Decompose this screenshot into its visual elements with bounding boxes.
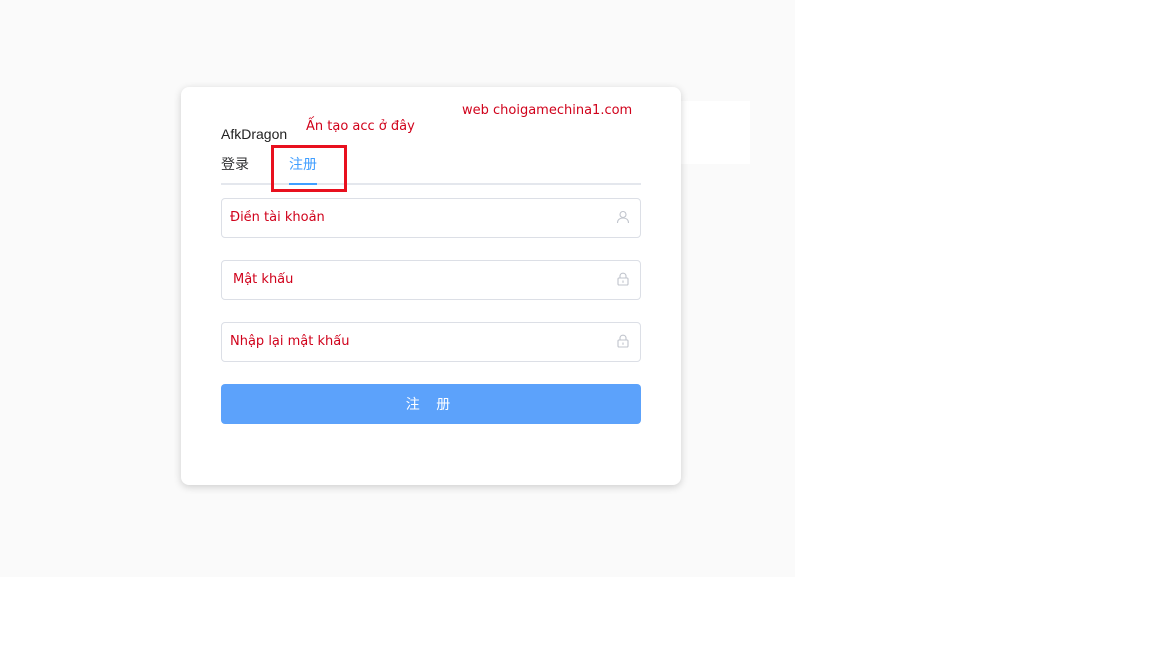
confirm-password-field xyxy=(221,322,641,362)
overlay-patch xyxy=(681,101,750,164)
password-field xyxy=(221,260,641,300)
brand-title: AfkDragon xyxy=(221,126,288,142)
confirm-password-input[interactable] xyxy=(222,323,610,359)
user-icon xyxy=(616,210,630,224)
tab-register[interactable]: 注册 xyxy=(289,154,317,174)
auth-tabs: 登录 注册 xyxy=(221,150,641,185)
active-tab-indicator xyxy=(289,183,317,185)
lock-icon xyxy=(617,272,629,286)
annotation-website: web choigamechina1.com xyxy=(462,103,633,118)
annotation-tab-hint: Ấn tạo acc ở đây xyxy=(306,119,415,134)
password-input[interactable] xyxy=(222,261,613,297)
username-input[interactable] xyxy=(222,199,610,235)
tab-login[interactable]: 登录 xyxy=(221,154,249,174)
register-button[interactable]: 注 册 xyxy=(221,384,641,424)
lock-icon xyxy=(617,334,629,348)
username-field xyxy=(221,198,641,238)
